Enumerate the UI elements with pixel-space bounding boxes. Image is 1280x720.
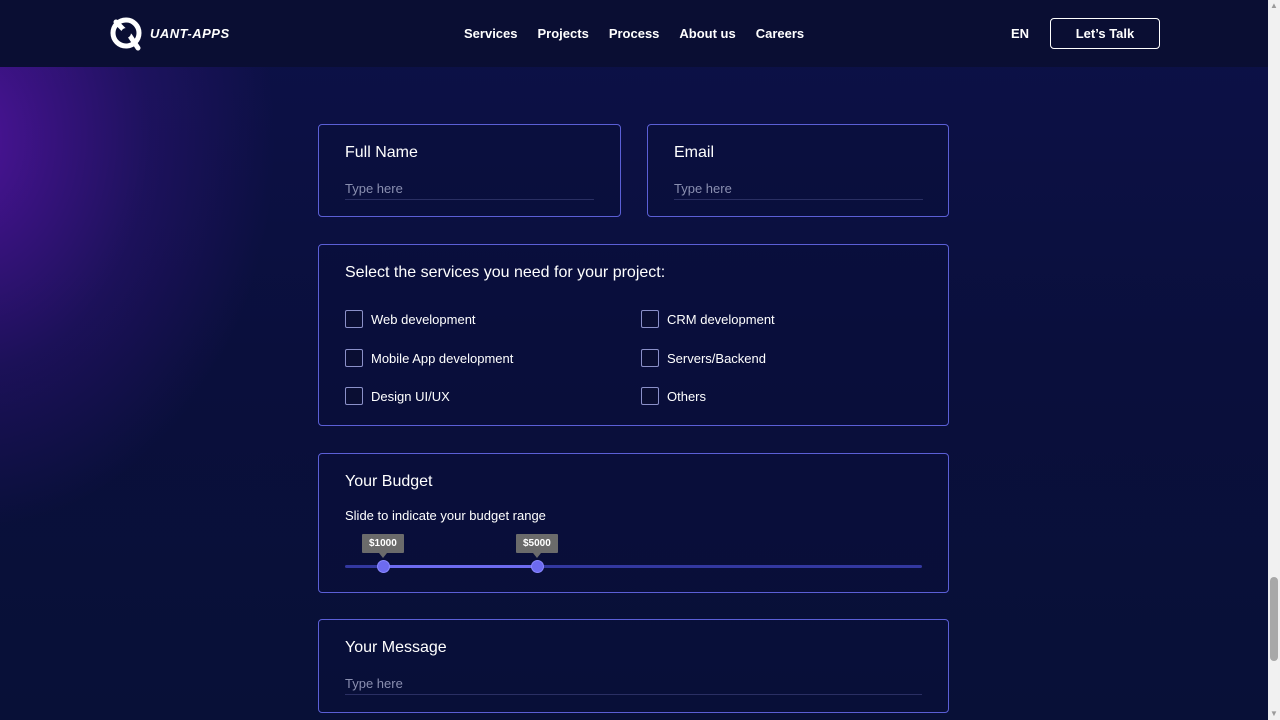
budget-min-tooltip: $1000 [362,534,404,558]
services-title: Select the services you need for your pr… [345,264,666,281]
checkbox[interactable] [345,349,363,367]
checkbox-label: Design UI/UX [371,388,450,404]
full-name-label: Full Name [345,144,418,161]
services-card: Select the services you need for your pr… [318,244,949,426]
nav-item-process[interactable]: Process [609,26,660,41]
main-nav: Services Projects Process About us Caree… [464,26,804,41]
nav-item-services[interactable]: Services [464,26,518,41]
budget-subtitle: Slide to indicate your budget range [345,508,546,523]
email-label: Email [674,144,715,161]
service-option-design-ui-ux[interactable]: Design UI/UX [345,387,450,405]
checkbox[interactable] [345,310,363,328]
scrollbar-thumb[interactable] [1270,577,1278,661]
logo-text: UANT-APPS [150,25,230,41]
checkbox-label: CRM development [667,311,775,327]
checkbox-label: Web development [371,311,476,327]
full-name-input[interactable] [345,178,594,200]
lets-talk-button[interactable]: Let’s Talk [1050,18,1160,49]
checkbox[interactable] [641,349,659,367]
checkbox[interactable] [345,387,363,405]
budget-card: Your Budget Slide to indicate your budge… [318,453,949,593]
budget-slider-track[interactable] [345,565,922,568]
checkbox-label: Mobile App development [371,350,514,366]
budget-max-tooltip: $5000 [516,534,558,558]
page-scrollbar[interactable]: ▲ ▼ [1268,0,1280,720]
checkbox[interactable] [641,310,659,328]
scroll-up-arrow-icon[interactable]: ▲ [1270,2,1278,10]
budget-slider-range [383,565,537,568]
service-option-mobile-app-development[interactable]: Mobile App development [345,349,513,367]
email-card: Email [647,124,949,217]
nav-item-projects[interactable]: Projects [538,26,589,41]
nav-item-careers[interactable]: Careers [756,26,804,41]
service-option-others[interactable]: Others [641,387,706,405]
checkbox-label: Others [667,388,707,404]
budget-max-handle[interactable] [531,560,544,573]
language-switch[interactable]: EN [1011,26,1029,41]
service-option-servers-backend[interactable]: Servers/Backend [641,349,766,367]
site-header: UANT-APPS Services Projects Process Abou… [0,0,1268,67]
logo-icon [110,17,142,51]
message-label: Your Message [345,639,447,656]
message-card: Your Message [318,619,949,713]
nav-item-about-us[interactable]: About us [679,26,735,41]
logo[interactable]: UANT-APPS [108,14,230,52]
service-option-web-development[interactable]: Web development [345,310,476,328]
message-input[interactable] [345,673,922,695]
checkbox-label: Servers/Backend [667,350,766,366]
scroll-down-arrow-icon[interactable]: ▼ [1270,710,1278,718]
email-input[interactable] [674,178,923,200]
budget-title: Your Budget [345,473,433,490]
budget-min-handle[interactable] [377,560,390,573]
service-option-crm-development[interactable]: CRM development [641,310,775,328]
checkbox[interactable] [641,387,659,405]
full-name-card: Full Name [318,124,621,217]
